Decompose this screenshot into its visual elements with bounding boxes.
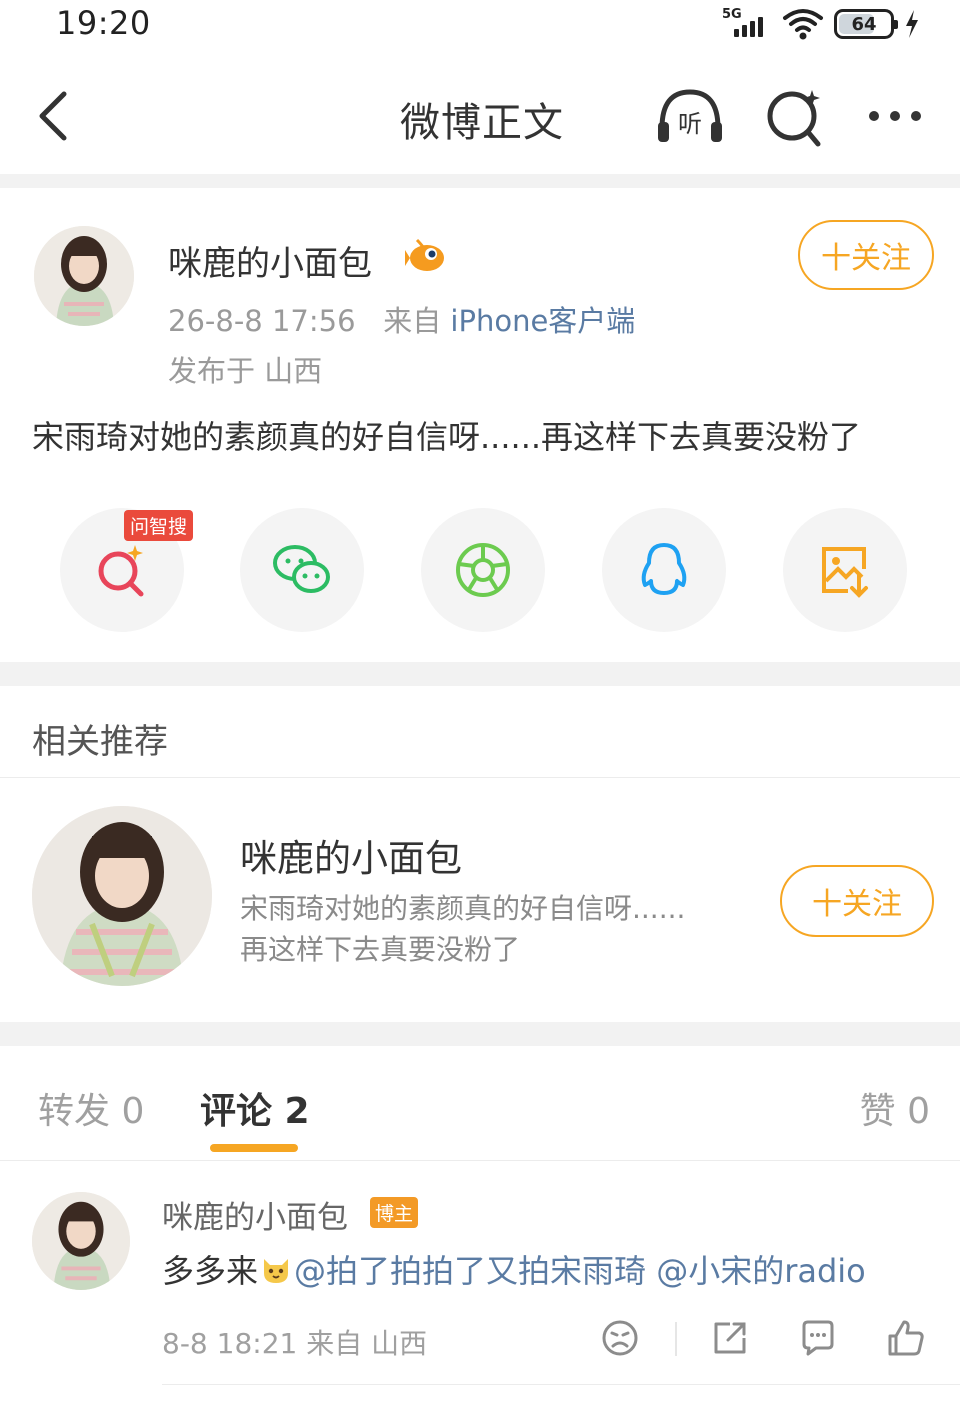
post-location: 发布于 山西	[168, 354, 323, 388]
comment-meta: 8-8 18:21 来自 山西	[162, 1327, 428, 1360]
tab-repost[interactable]: 转发 0	[38, 1082, 144, 1134]
svg-text:听: 听	[678, 110, 702, 138]
post-text: 宋雨琦对她的素颜真的好自信呀......再这样下去真要没粉了	[32, 418, 862, 456]
dislike-face-icon[interactable]	[600, 1318, 640, 1358]
save-image-icon	[822, 547, 868, 598]
author-avatar[interactable]	[34, 226, 134, 326]
comment-avatar[interactable]	[32, 1192, 130, 1290]
section-gap	[0, 662, 960, 686]
share-wechat[interactable]	[240, 508, 364, 632]
status-bar: 19:20 5G 64	[0, 0, 960, 52]
recommend-desc-line2: 再这样下去真要没粉了	[240, 933, 521, 966]
interaction-tabs: 转发 0 评论 2 赞 0	[0, 1046, 960, 1158]
section-gap	[0, 1022, 960, 1046]
recommend-desc-line1: 宋雨琦对她的素颜真的好自信呀......	[240, 892, 686, 925]
share-row: 问智搜	[0, 508, 960, 634]
tab-active-indicator	[210, 1144, 298, 1152]
nav-bar: 微博正文 听	[0, 60, 960, 172]
more-icon[interactable]	[860, 84, 930, 148]
post-header: 咪鹿的小面包 十关注 26-8-8 17:56 来自 iPhone客户端 发布于…	[0, 210, 960, 390]
share-out-icon[interactable]	[710, 1318, 750, 1358]
section-gap	[0, 174, 960, 188]
comment-author[interactable]: 咪鹿的小面包	[162, 1192, 348, 1237]
recommend-name[interactable]: 咪鹿的小面包	[240, 828, 462, 882]
recommend-avatar[interactable]	[32, 806, 212, 986]
cat-emoji-icon	[264, 1259, 289, 1283]
charging-bolt-icon	[906, 10, 918, 38]
share-qq[interactable]	[602, 508, 726, 632]
action-separator	[675, 1322, 677, 1356]
fish-badge-icon	[405, 238, 444, 271]
post-source[interactable]: iPhone客户端	[450, 304, 635, 338]
ai-search-icon	[98, 545, 144, 597]
listen-headphones-icon[interactable]: 听	[654, 84, 726, 148]
status-icons: 5G 64	[722, 6, 920, 42]
divider	[0, 1160, 960, 1161]
like-thumb-icon[interactable]	[886, 1318, 926, 1358]
share-save-image[interactable]	[783, 508, 907, 632]
tab-like[interactable]: 赞 0	[860, 1082, 930, 1134]
wifi-icon	[783, 9, 823, 40]
comment-mention-2[interactable]: @小宋的radio	[656, 1246, 866, 1292]
search-sparkle-icon[interactable]	[760, 84, 832, 148]
divider	[0, 777, 960, 778]
author-name[interactable]: 咪鹿的小面包	[168, 236, 372, 285]
related-section-title: 相关推荐	[32, 722, 168, 762]
qq-penguin-icon	[641, 543, 687, 595]
ai-search-badge: 问智搜	[124, 510, 194, 541]
moments-aperture-icon	[456, 543, 510, 597]
battery-icon: 64	[834, 9, 898, 39]
battery-level: 64	[851, 13, 877, 35]
comment-text-prefix: 多多来	[162, 1252, 259, 1290]
wechat-icon	[273, 545, 330, 593]
share-moments[interactable]	[421, 508, 545, 632]
recommend-desc[interactable]: 宋雨琦对她的素颜真的好自信呀...... 再这样下去真要没粉了	[240, 888, 685, 970]
post-time: 26-8-8 17:56	[168, 304, 356, 338]
divider	[162, 1384, 960, 1385]
owner-badge: 博主	[370, 1197, 419, 1228]
recommend-follow-button[interactable]: 十关注	[780, 865, 934, 937]
follow-button[interactable]: 十关注	[798, 220, 934, 290]
cellular-signal-icon: 5G	[722, 7, 772, 41]
reply-comment-icon[interactable]	[798, 1318, 838, 1358]
post-meta: 26-8-8 17:56 来自 iPhone客户端	[168, 298, 635, 340]
comment-text: 多多来 @拍了拍拍了又拍宋雨琦 @小宋的radio	[162, 1246, 866, 1292]
tab-comment[interactable]: 评论 2	[200, 1082, 310, 1134]
status-time: 19:20	[56, 4, 151, 42]
post-source-prefix: 来自	[383, 304, 442, 338]
comment-mention-1[interactable]: @拍了拍拍了又拍宋雨琦	[294, 1246, 646, 1292]
